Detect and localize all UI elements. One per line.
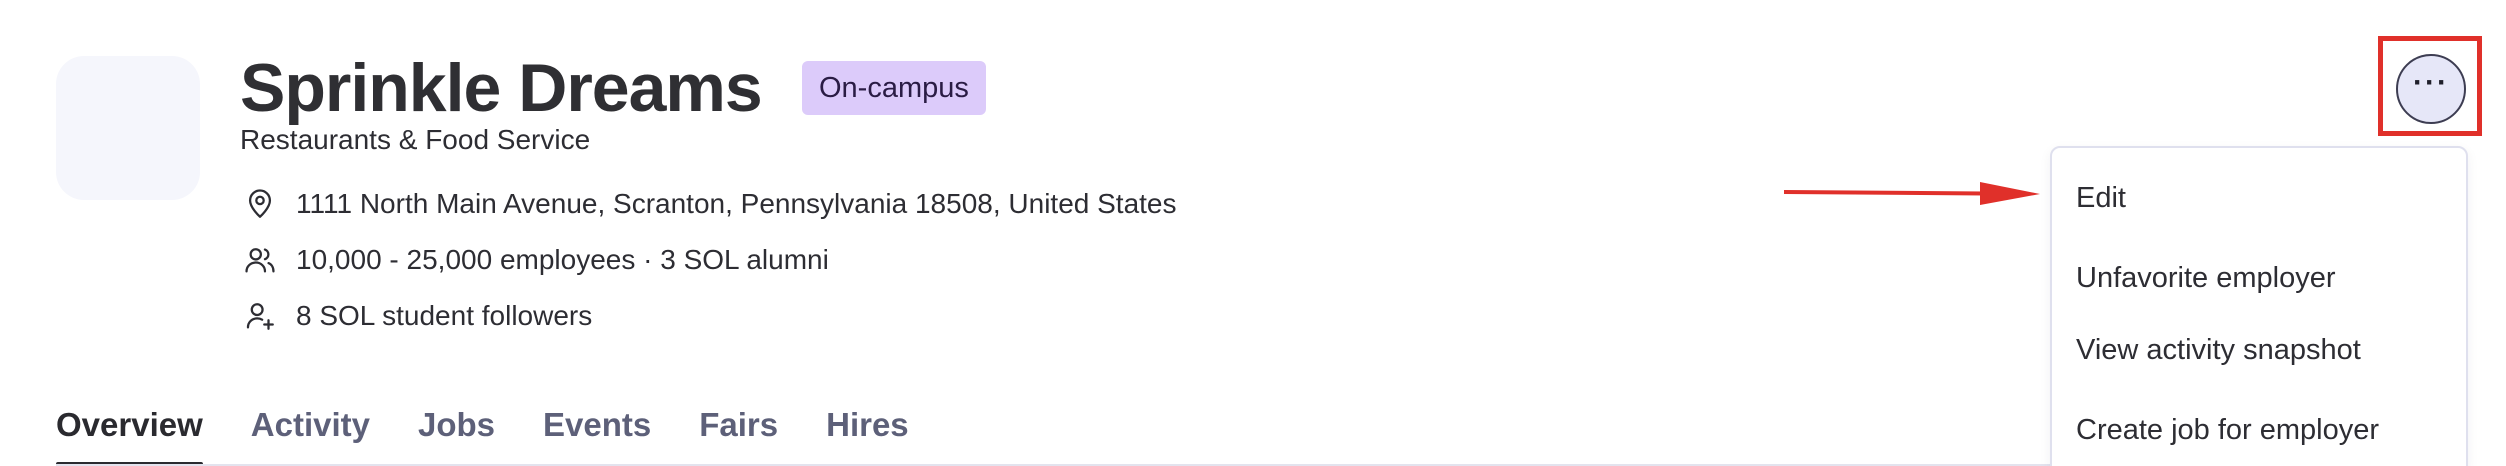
tab-events[interactable]: Events [543, 400, 651, 466]
employer-name: Sprinkle Dreams [240, 50, 763, 126]
address-row: 1111 North Main Avenue, Scranton, Pennsy… [240, 184, 1177, 224]
menu-item-create-job[interactable]: Create job for employer [2076, 412, 2379, 448]
users-icon [240, 240, 280, 280]
more-options-button[interactable]: ··· [2396, 54, 2466, 124]
ellipsis-icon: ··· [2413, 66, 2449, 99]
annotation-arrow-icon [1784, 182, 2040, 205]
employer-employee-count: 10,000 - 25,000 employees · 3 SOL alumni [296, 244, 829, 275]
employer-logo [56, 56, 200, 200]
tab-jobs[interactable]: Jobs [418, 400, 495, 466]
tab-hires[interactable]: Hires [826, 400, 909, 466]
profile-tabs: Overview Activity Jobs Events Fairs Hire… [56, 400, 909, 466]
employer-followers: 8 SOL student followers [296, 300, 593, 331]
employer-industry: Restaurants & Food Service [240, 124, 591, 155]
employees-row: 10,000 - 25,000 employees · 3 SOL alumni [240, 240, 829, 280]
location-pin-icon [240, 184, 280, 224]
menu-item-edit[interactable]: Edit [2076, 180, 2126, 216]
employer-profile-page: Sprinkle Dreams On-campus Restaurants & … [0, 0, 2506, 466]
tab-activity[interactable]: Activity [251, 400, 370, 466]
tab-overview[interactable]: Overview [56, 400, 203, 466]
tab-fairs[interactable]: Fairs [699, 400, 778, 466]
employer-address: 1111 North Main Avenue, Scranton, Pennsy… [296, 188, 1177, 219]
menu-item-view-activity-snapshot[interactable]: View activity snapshot [2076, 332, 2361, 368]
user-plus-icon [240, 296, 280, 336]
followers-row: 8 SOL student followers [240, 296, 592, 336]
more-options-menu: Edit Unfavorite employer View activity s… [2050, 146, 2468, 466]
on-campus-badge: On-campus [802, 61, 986, 115]
menu-item-unfavorite-employer[interactable]: Unfavorite employer [2076, 260, 2336, 296]
